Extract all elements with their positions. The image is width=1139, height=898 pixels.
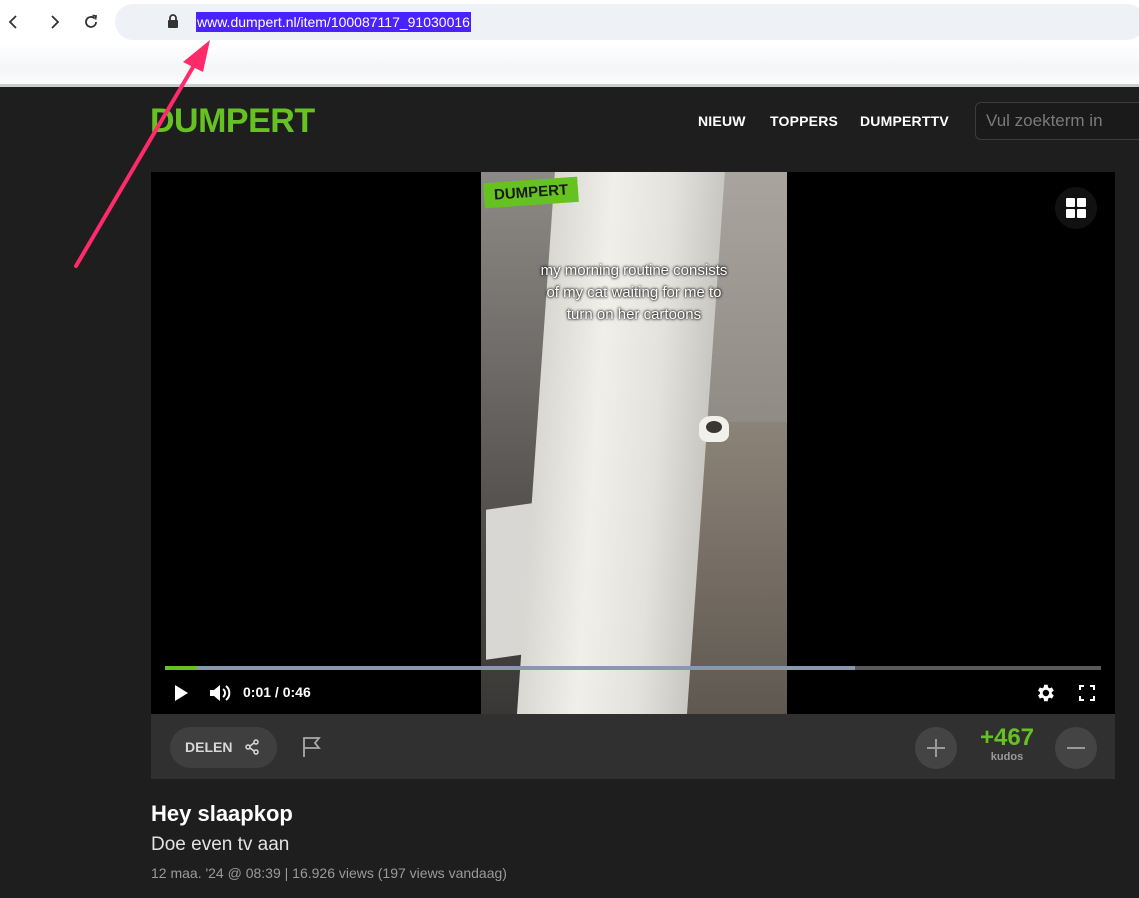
settings-gear-icon[interactable] [1034,682,1056,709]
play-icon[interactable] [173,684,189,707]
kudos-plus-button[interactable] [915,727,957,769]
back-icon[interactable] [0,9,26,35]
kudos-minus-button[interactable] [1055,727,1097,769]
current-time: 0:01 [243,684,272,700]
action-bar: DELEN +467 kudos [151,714,1115,779]
caption-line: my morning routine consists [540,262,728,279]
time-separator: / [274,684,279,700]
flag-icon[interactable] [301,736,323,763]
search-input[interactable] [975,102,1139,140]
kudos-label: kudos [990,751,1024,763]
nav-toppers[interactable]: TOPPERS [770,113,838,129]
reload-icon[interactable] [78,9,104,35]
video-player[interactable]: DUMPERT my morning routine consists of m… [151,172,1115,714]
nav-dumperttv[interactable]: DUMPERTTV [860,113,949,129]
video-cat [699,416,729,442]
page-strip [0,44,1139,87]
share-button[interactable]: DELEN [170,727,277,768]
share-label: DELEN [185,739,233,755]
time-display: 0:01 / 0:46 [243,684,311,700]
video-caption: my morning routine consists of my cat wa… [481,260,787,326]
progress-fill [165,666,197,670]
lock-icon[interactable] [166,13,180,34]
forward-icon[interactable] [42,9,68,35]
caption-line: turn on her cartoons [566,306,702,323]
url-text[interactable]: www.dumpert.nl/item/100087117_91030016 [196,12,471,32]
duration: 0:46 [282,684,311,700]
video-subtitle: Doe even tv aan [151,834,290,855]
grid-icon[interactable] [1055,187,1097,229]
nav-nieuw[interactable]: NIEUW [698,113,746,129]
fullscreen-icon[interactable] [1079,685,1095,706]
caption-line: of my cat waiting for me to [546,284,722,301]
video-title: Hey slaapkop [151,801,293,826]
video-frame[interactable]: DUMPERT my morning routine consists of m… [481,172,787,714]
site-logo[interactable]: DUMPERT [150,101,315,141]
kudos-count: +467 [979,724,1035,751]
progress-bar[interactable] [165,666,1101,670]
share-icon [244,739,260,758]
volume-icon[interactable] [209,683,233,708]
video-meta: 12 maa. '24 @ 08:39 | 16.926 views (197 … [151,865,507,881]
browser-toolbar: www.dumpert.nl/item/100087117_91030016 [0,0,1139,44]
buffered-bar [165,666,855,670]
